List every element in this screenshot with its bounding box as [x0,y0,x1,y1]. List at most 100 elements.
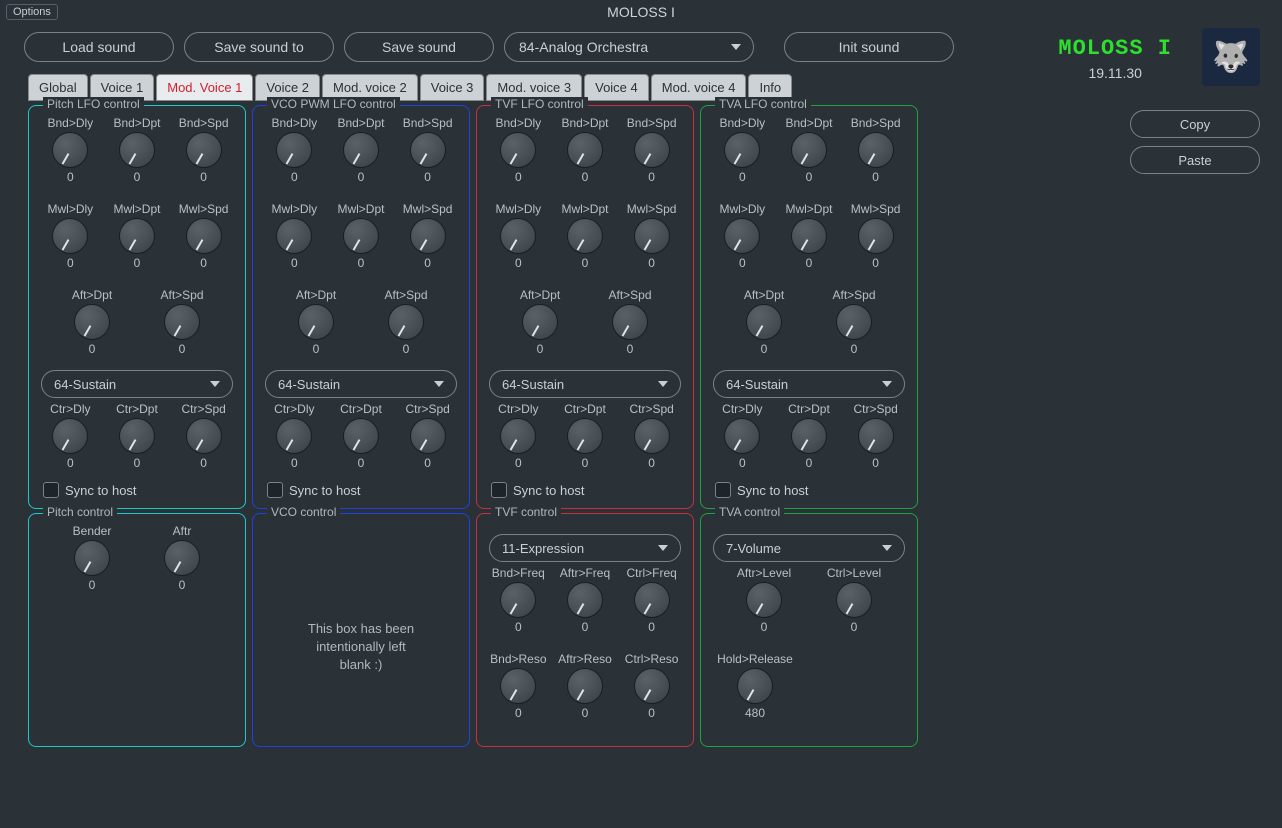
tab-voice-4[interactable]: Voice 4 [584,74,649,101]
pitch-lfo-mwl-dly: Mwl>Dly 0 [40,202,100,270]
tvf-lfo-controller-select[interactable]: 64-Sustain [489,370,681,398]
vco-lfo-controller-select[interactable]: 64-Sustain [265,370,457,398]
tvf-lfo-ctr-dly-dial[interactable] [500,418,536,454]
pitch-lfo-sync-checkbox[interactable] [43,482,59,498]
paste-button[interactable]: Paste [1130,146,1260,174]
pitch-lfo-mwl-dly-label: Mwl>Dly [47,202,93,216]
tva-hold-release-dial[interactable] [737,668,773,704]
tvf-lfo-ctr-spd-dial[interactable] [634,418,670,454]
tva-lfo-controller-select[interactable]: 64-Sustain [713,370,905,398]
tvf-lfo-mwl-spd-value: 0 [648,256,655,270]
load-sound-button[interactable]: Load sound [24,32,174,62]
tvf-lfo-mwl-dly: Mwl>Dly 0 [488,202,548,270]
pitch-lfo-mwl-spd-dial[interactable] [186,218,222,254]
tva-lfo-title: TVA LFO control [715,97,811,111]
tvf-lfo-bnd-dpt: Bnd>Dpt 0 [555,116,615,184]
pitch-lfo-mwl-dpt-dial[interactable] [119,218,155,254]
tva-lfo-ctr-dly: Ctr>Dly 0 [712,402,772,470]
tvf-lfo-aft-spd-dial[interactable] [612,304,648,340]
tva-lfo-mwl-dpt-label: Mwl>Dpt [785,202,832,216]
options-button[interactable]: Options [6,4,58,20]
pitch-aftr-dial[interactable] [164,540,200,576]
pitch-lfo-ctr-spd-value: 0 [200,456,207,470]
tvf-lfo-bnd-spd-dial[interactable] [634,132,670,168]
tvf-lfo-mwl-spd-dial[interactable] [634,218,670,254]
tvf-ctrl-freq-dial[interactable] [634,582,670,618]
pitch-lfo-aft-dpt-dial[interactable] [74,304,110,340]
tva-lfo-sync-checkbox[interactable] [715,482,731,498]
brand-name: MOLOSS I [1058,36,1172,61]
tva-lfo-bnd-dly-dial[interactable] [724,132,760,168]
tvf-lfo-bnd-dly-dial[interactable] [500,132,536,168]
vco-lfo-ctr-dpt-dial[interactable] [343,418,379,454]
init-sound-button[interactable]: Init sound [784,32,954,62]
vco-lfo-mwl-spd-dial[interactable] [410,218,446,254]
tvf-lfo-bnd-dpt-dial[interactable] [567,132,603,168]
vco-lfo-ctr-spd-value: 0 [424,456,431,470]
tva-lfo-ctr-dpt-dial[interactable] [791,418,827,454]
tvf-aftr-reso-dial[interactable] [567,668,603,704]
tvf-ctrl-reso-dial[interactable] [634,668,670,704]
pitch-lfo-ctr-dpt-dial[interactable] [119,418,155,454]
tvf-lfo-bnd-dly-label: Bnd>Dly [495,116,541,130]
pitch-lfo-mwl-dly-dial[interactable] [52,218,88,254]
save-sound-button[interactable]: Save sound [344,32,494,62]
pitch-lfo-ctr-dly-value: 0 [67,456,74,470]
tvf-controller-select[interactable]: 11-Expression [489,534,681,562]
pitch-lfo-bnd-spd-label: Bnd>Spd [179,116,229,130]
vco-lfo-sync-checkbox[interactable] [267,482,283,498]
pitch-lfo-bnd-spd-dial[interactable] [186,132,222,168]
tva-lfo-ctr-dly-dial[interactable] [724,418,760,454]
vco-lfo-ctr-dly-dial[interactable] [276,418,312,454]
tab-mod-voice-1[interactable]: Mod. Voice 1 [156,74,253,101]
copy-button[interactable]: Copy [1130,110,1260,138]
tab-voice-3[interactable]: Voice 3 [420,74,485,101]
vco-lfo-mwl-dly-dial[interactable] [276,218,312,254]
tva-lfo-ctr-spd-dial[interactable] [858,418,894,454]
vco-lfo-bnd-dly-dial[interactable] [276,132,312,168]
tvf-lfo-sync-checkbox[interactable] [491,482,507,498]
vco-lfo-bnd-dly: Bnd>Dly 0 [264,116,324,184]
preset-select[interactable]: 84-Analog Orchestra [504,32,754,62]
pitch-lfo-mwl-dpt-label: Mwl>Dpt [113,202,160,216]
vco-lfo-aft-spd-dial[interactable] [388,304,424,340]
tva-ctrl-level-dial[interactable] [836,582,872,618]
tvf-ctrl-freq-label: Ctrl>Freq [626,566,676,580]
save-sound-to-button[interactable]: Save sound to [184,32,334,62]
tvf-lfo-mwl-dpt-value: 0 [582,256,589,270]
pitch-bender-dial[interactable] [74,540,110,576]
tva-lfo-bnd-dpt-dial[interactable] [791,132,827,168]
pitch-lfo-ctr-spd-dial[interactable] [186,418,222,454]
vco-lfo-mwl-dpt-dial[interactable] [343,218,379,254]
tva-lfo-mwl-dpt-dial[interactable] [791,218,827,254]
pitch-lfo-bnd-dpt-dial[interactable] [119,132,155,168]
tvf-aftr-freq-dial[interactable] [567,582,603,618]
vco-lfo-ctr-spd-dial[interactable] [410,418,446,454]
tvf-bnd-reso-dial[interactable] [500,668,536,704]
vco-lfo-mwl-dpt-label: Mwl>Dpt [337,202,384,216]
tva-aftr-level-dial[interactable] [746,582,782,618]
tva-lfo-bnd-spd-dial[interactable] [858,132,894,168]
pitch-lfo-bnd-dly-dial[interactable] [52,132,88,168]
tvf-lfo-mwl-dly-dial[interactable] [500,218,536,254]
tva-controller-select[interactable]: 7-Volume [713,534,905,562]
tvf-lfo-mwl-spd: Mwl>Spd 0 [622,202,682,270]
tva-lfo-aft-spd-dial[interactable] [836,304,872,340]
pitch-ctrl-title: Pitch control [43,505,117,519]
tvf-bnd-freq-dial[interactable] [500,582,536,618]
tva-lfo-mwl-dly-dial[interactable] [724,218,760,254]
tvf-lfo-title: TVF LFO control [491,97,588,111]
tvf-lfo-aft-spd: Aft>Spd 0 [600,288,660,356]
pitch-lfo-controller-select[interactable]: 64-Sustain [41,370,233,398]
pitch-lfo-aft-spd-dial[interactable] [164,304,200,340]
tva-lfo-mwl-spd-dial[interactable] [858,218,894,254]
vco-lfo-aft-dpt-dial[interactable] [298,304,334,340]
tvf-lfo-aft-dpt-dial[interactable] [522,304,558,340]
pitch-lfo-ctr-dly-dial[interactable] [52,418,88,454]
tva-lfo-aft-dpt-dial[interactable] [746,304,782,340]
tva-aftr-level-label: Aftr>Level [737,566,791,580]
tvf-lfo-mwl-dpt-dial[interactable] [567,218,603,254]
vco-lfo-bnd-dpt-dial[interactable] [343,132,379,168]
vco-lfo-bnd-spd-dial[interactable] [410,132,446,168]
tvf-lfo-ctr-dpt-dial[interactable] [567,418,603,454]
